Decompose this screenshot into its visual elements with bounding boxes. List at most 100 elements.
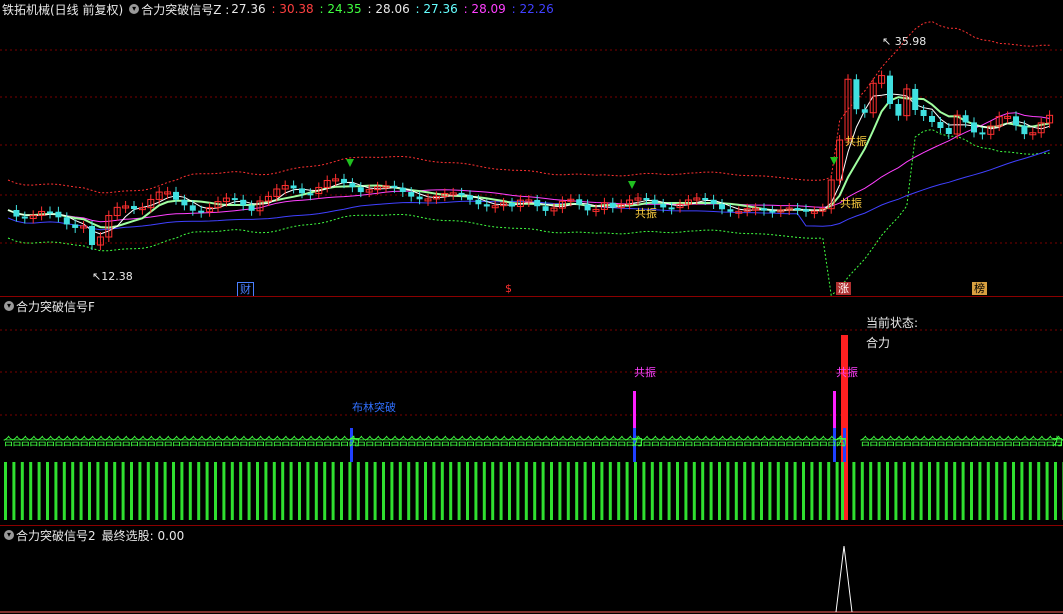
signal-bar	[709, 462, 713, 520]
signal-bar	[424, 462, 427, 520]
signal-bar	[650, 462, 654, 520]
state-title: 当前状态:	[866, 316, 919, 330]
buy-arrow	[346, 159, 354, 167]
signal-bar	[802, 462, 805, 520]
signal-bar	[600, 462, 604, 520]
candle-body	[803, 209, 809, 212]
signal-bar	[71, 462, 75, 520]
signal-bar	[978, 462, 982, 520]
buy-arrow	[628, 181, 636, 189]
candle-body	[299, 188, 305, 194]
settings-dropdown-icon[interactable]: ▾	[4, 301, 14, 311]
candle-body	[240, 199, 247, 206]
indicator-name: 合力突破信号Z :	[141, 2, 230, 17]
signal-bar	[314, 462, 318, 520]
signal-bar	[692, 462, 696, 520]
signal-bar	[155, 462, 159, 520]
signal-f-header: ▾ 合力突破信号F	[0, 297, 97, 315]
candle-body	[416, 196, 423, 200]
main-chart-panel[interactable]: 铁拓机械(日线 前复权) ▾ 合力突破信号Z : 27.36 : 30.38 :…	[0, 0, 1063, 297]
signal-bar	[79, 462, 83, 520]
signal-bar	[323, 462, 327, 520]
candle-body	[937, 122, 944, 128]
signal-bar	[54, 462, 58, 520]
signal-bar	[734, 462, 738, 520]
signal-bar	[676, 462, 679, 520]
signal-bar	[474, 462, 478, 520]
signal-bar	[247, 462, 251, 520]
settings-dropdown-icon[interactable]: ▾	[4, 530, 14, 540]
ma-line	[7, 149, 1050, 231]
candle-body	[895, 103, 902, 116]
signal-bar	[1045, 462, 1049, 520]
candle-body	[643, 198, 650, 201]
signal-bar	[818, 462, 822, 520]
candle-body	[307, 193, 314, 196]
signal-bar	[1054, 462, 1057, 520]
candle-body	[609, 202, 616, 208]
candle-body	[861, 109, 868, 113]
signal-f-canvas[interactable]	[0, 297, 1063, 525]
signal-bar	[340, 462, 343, 520]
signal-bar	[886, 462, 889, 520]
signal-bar	[1037, 462, 1041, 520]
signal-bar	[466, 462, 469, 520]
signal-2-title: 合力突破信号2	[16, 528, 96, 543]
signal-bar	[1012, 462, 1015, 520]
signal-bar	[575, 462, 579, 520]
event-marker-rise[interactable]: 涨	[836, 282, 851, 295]
signal-2-panel[interactable]: ▾ 合力突破信号2 最终选股: 0.00	[0, 526, 1063, 614]
signal-bar	[642, 462, 646, 520]
low-price-label: ↖12.38	[92, 270, 133, 283]
signal-bar	[163, 462, 167, 520]
signal-f-panel[interactable]: ▾ 合力突破信号F 布林突破 共振 共振 当前状态: 合力 合合合合合合合合合合…	[0, 297, 1063, 525]
signal-bar	[62, 462, 66, 520]
indicator-value: : 28.09	[463, 2, 510, 16]
candle-body	[47, 211, 53, 214]
candle-body	[89, 225, 95, 245]
signal-bar	[449, 462, 453, 520]
candle-body	[853, 79, 860, 110]
signal-bar	[415, 462, 419, 520]
resonance-bar	[833, 391, 836, 433]
event-marker-dollar[interactable]: $	[503, 282, 514, 295]
signal-bar	[936, 462, 940, 520]
event-marker-list[interactable]: 榜	[972, 282, 987, 295]
signal-bar	[919, 462, 923, 520]
signal-bar	[524, 462, 528, 520]
candle-body	[131, 205, 137, 210]
candle-body	[979, 132, 986, 135]
event-marker-finance[interactable]: 财	[237, 282, 254, 297]
settings-dropdown-icon[interactable]: ▾	[129, 4, 140, 14]
signal-bar	[113, 462, 117, 520]
candle-body	[408, 192, 415, 197]
signal-bar	[4, 462, 7, 520]
signal-bar	[768, 462, 772, 520]
candle-body	[920, 110, 927, 116]
signal-bar	[970, 462, 973, 520]
signal-bar	[961, 462, 965, 520]
candle-body	[651, 199, 658, 204]
signal-bar	[382, 462, 385, 520]
signal-bar	[130, 462, 133, 520]
signal-bar	[776, 462, 780, 520]
resonance-label: 共振	[836, 366, 858, 379]
candle-body	[584, 204, 591, 211]
signal-bar	[138, 462, 142, 520]
candle-body	[668, 207, 675, 210]
signal-bar	[810, 462, 814, 520]
signal-bar	[440, 462, 444, 520]
signal-bar	[180, 462, 184, 520]
ma-line	[7, 93, 1050, 235]
signal-bar	[877, 462, 881, 520]
signal-bar	[986, 462, 990, 520]
candle-body	[542, 206, 549, 211]
signal-bar	[499, 462, 503, 520]
signal-text-row: 合合合合合合合合合合合合合合合合合合合合合合合合合合合合合合合合合合合合合合合合…	[0, 436, 1063, 450]
candle-body	[458, 192, 465, 196]
signal-bar	[172, 462, 175, 520]
signal-bar	[348, 462, 352, 520]
candle-body	[341, 178, 347, 184]
signal-bar	[88, 462, 91, 520]
signal-bar	[726, 462, 730, 520]
